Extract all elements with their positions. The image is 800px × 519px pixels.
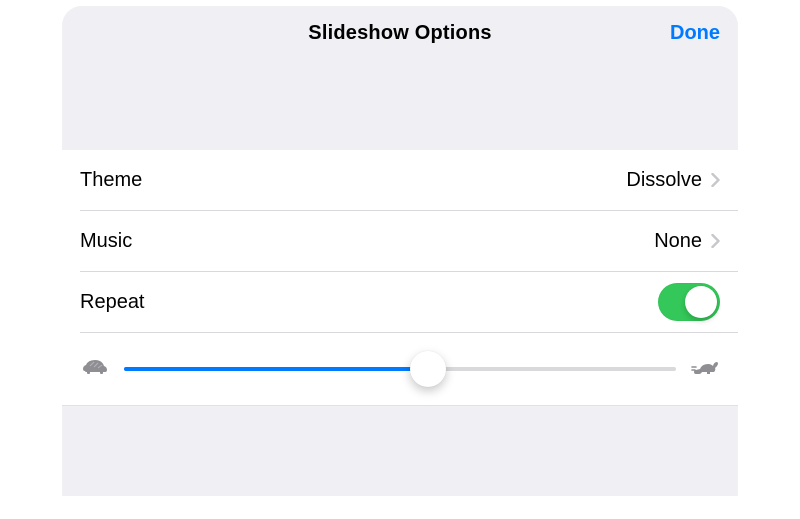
rabbit-icon: [690, 356, 720, 383]
theme-row[interactable]: Theme Dissolve: [62, 150, 738, 210]
settings-list: Theme Dissolve Music None Repeat: [62, 150, 738, 406]
slider-thumb[interactable]: [410, 351, 446, 387]
repeat-row: Repeat: [62, 272, 738, 332]
music-row[interactable]: Music None: [62, 211, 738, 271]
footer-empty-space: [62, 406, 738, 496]
options-sheet: Slideshow Options Done Theme Dissolve Mu…: [62, 6, 738, 496]
music-label: Music: [80, 230, 654, 253]
nav-bar: Slideshow Options Done: [62, 6, 738, 60]
theme-label: Theme: [80, 169, 626, 192]
theme-value: Dissolve: [626, 169, 702, 192]
repeat-label: Repeat: [80, 291, 658, 314]
slider-fill: [124, 367, 428, 371]
chevron-right-icon: [710, 233, 720, 249]
chevron-right-icon: [710, 172, 720, 188]
repeat-toggle[interactable]: [658, 283, 720, 321]
speed-slider-row: [62, 333, 738, 405]
speed-slider[interactable]: [124, 351, 676, 387]
header-empty-space: [62, 60, 738, 150]
turtle-icon: [80, 357, 110, 382]
page-title: Slideshow Options: [308, 22, 491, 45]
toggle-knob: [685, 286, 717, 318]
music-value: None: [654, 230, 702, 253]
done-button[interactable]: Done: [670, 6, 720, 60]
